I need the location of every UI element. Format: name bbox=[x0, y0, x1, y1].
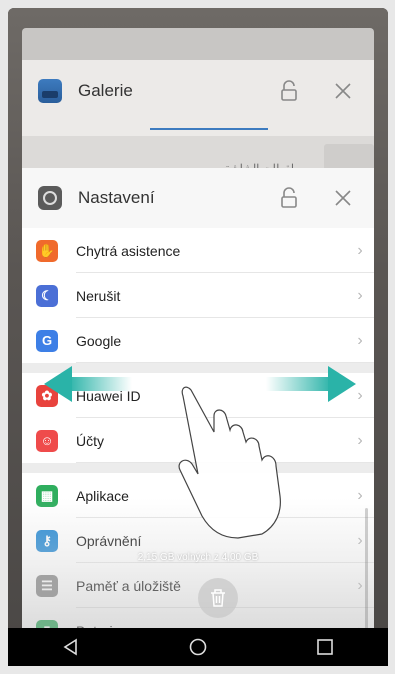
close-icon[interactable] bbox=[328, 183, 358, 213]
settings-row-apps[interactable]: ▦ Aplikace › bbox=[22, 473, 374, 518]
recents-icon[interactable] bbox=[305, 632, 345, 662]
chevron-right-icon: › bbox=[357, 431, 363, 449]
back-icon[interactable] bbox=[51, 632, 91, 662]
chevron-right-icon: › bbox=[357, 241, 363, 259]
navigation-bar bbox=[8, 628, 388, 666]
home-icon[interactable] bbox=[178, 632, 218, 662]
hand-icon: ✋ bbox=[36, 239, 58, 262]
chevron-right-icon: › bbox=[357, 331, 363, 349]
phone-screen: Galerie لقطات الشاشة Nastavení bbox=[8, 8, 388, 666]
settings-row-do-not-disturb[interactable]: ☾ Nerušit › bbox=[22, 273, 374, 318]
storage-icon: ☰ bbox=[36, 574, 58, 597]
settings-icon bbox=[38, 186, 62, 210]
row-label: Chytrá asistence bbox=[76, 242, 181, 259]
gallery-icon bbox=[38, 79, 62, 103]
huawei-icon: ✿ bbox=[36, 384, 58, 407]
section-divider bbox=[22, 363, 374, 373]
clear-all-button[interactable] bbox=[198, 578, 238, 618]
settings-row-huawei-id[interactable]: ✿ Huawei ID › bbox=[22, 373, 374, 418]
chevron-right-icon: › bbox=[357, 386, 363, 404]
row-label: Účty bbox=[76, 432, 104, 449]
close-icon[interactable] bbox=[328, 76, 358, 106]
google-icon: G bbox=[36, 329, 58, 352]
row-label: Huawei ID bbox=[76, 387, 141, 404]
card-title-galerie: Galerie bbox=[78, 81, 133, 100]
moon-icon: ☾ bbox=[36, 284, 58, 307]
row-label: Aplikace bbox=[76, 487, 129, 504]
recent-app-card-settings[interactable]: Nastavení ✋ Chytrá asistence › ☾ Nerušit… bbox=[22, 168, 374, 666]
chevron-right-icon: › bbox=[357, 531, 363, 549]
chevron-right-icon: › bbox=[357, 576, 363, 594]
apps-icon: ▦ bbox=[36, 484, 58, 507]
chevron-right-icon: › bbox=[357, 286, 363, 304]
row-label: Oprávnění bbox=[76, 532, 142, 549]
chevron-right-icon: › bbox=[357, 486, 363, 504]
tab-indicator bbox=[150, 128, 268, 130]
settings-row-smart-assistance[interactable]: ✋ Chytrá asistence › bbox=[22, 228, 374, 273]
section-divider bbox=[22, 463, 374, 473]
card-title-settings: Nastavení bbox=[78, 188, 155, 207]
user-icon: ☺ bbox=[36, 429, 58, 452]
memory-status: 2,15 GB volných z 4,00 GB bbox=[137, 552, 259, 563]
lock-icon[interactable] bbox=[274, 183, 304, 213]
card-header: Nastavení bbox=[22, 168, 374, 228]
row-label: Google bbox=[76, 332, 122, 349]
trash-icon bbox=[211, 589, 225, 607]
settings-list: ✋ Chytrá asistence › ☾ Nerušit › G Googl… bbox=[22, 228, 374, 653]
card-header: Galerie bbox=[22, 60, 374, 122]
lock-icon[interactable] bbox=[274, 76, 304, 106]
settings-row-accounts[interactable]: ☺ Účty › bbox=[22, 418, 374, 463]
settings-row-google[interactable]: G Google › bbox=[22, 318, 374, 363]
key-icon: ⚷ bbox=[36, 529, 58, 552]
row-label: Nerušit bbox=[76, 287, 121, 304]
